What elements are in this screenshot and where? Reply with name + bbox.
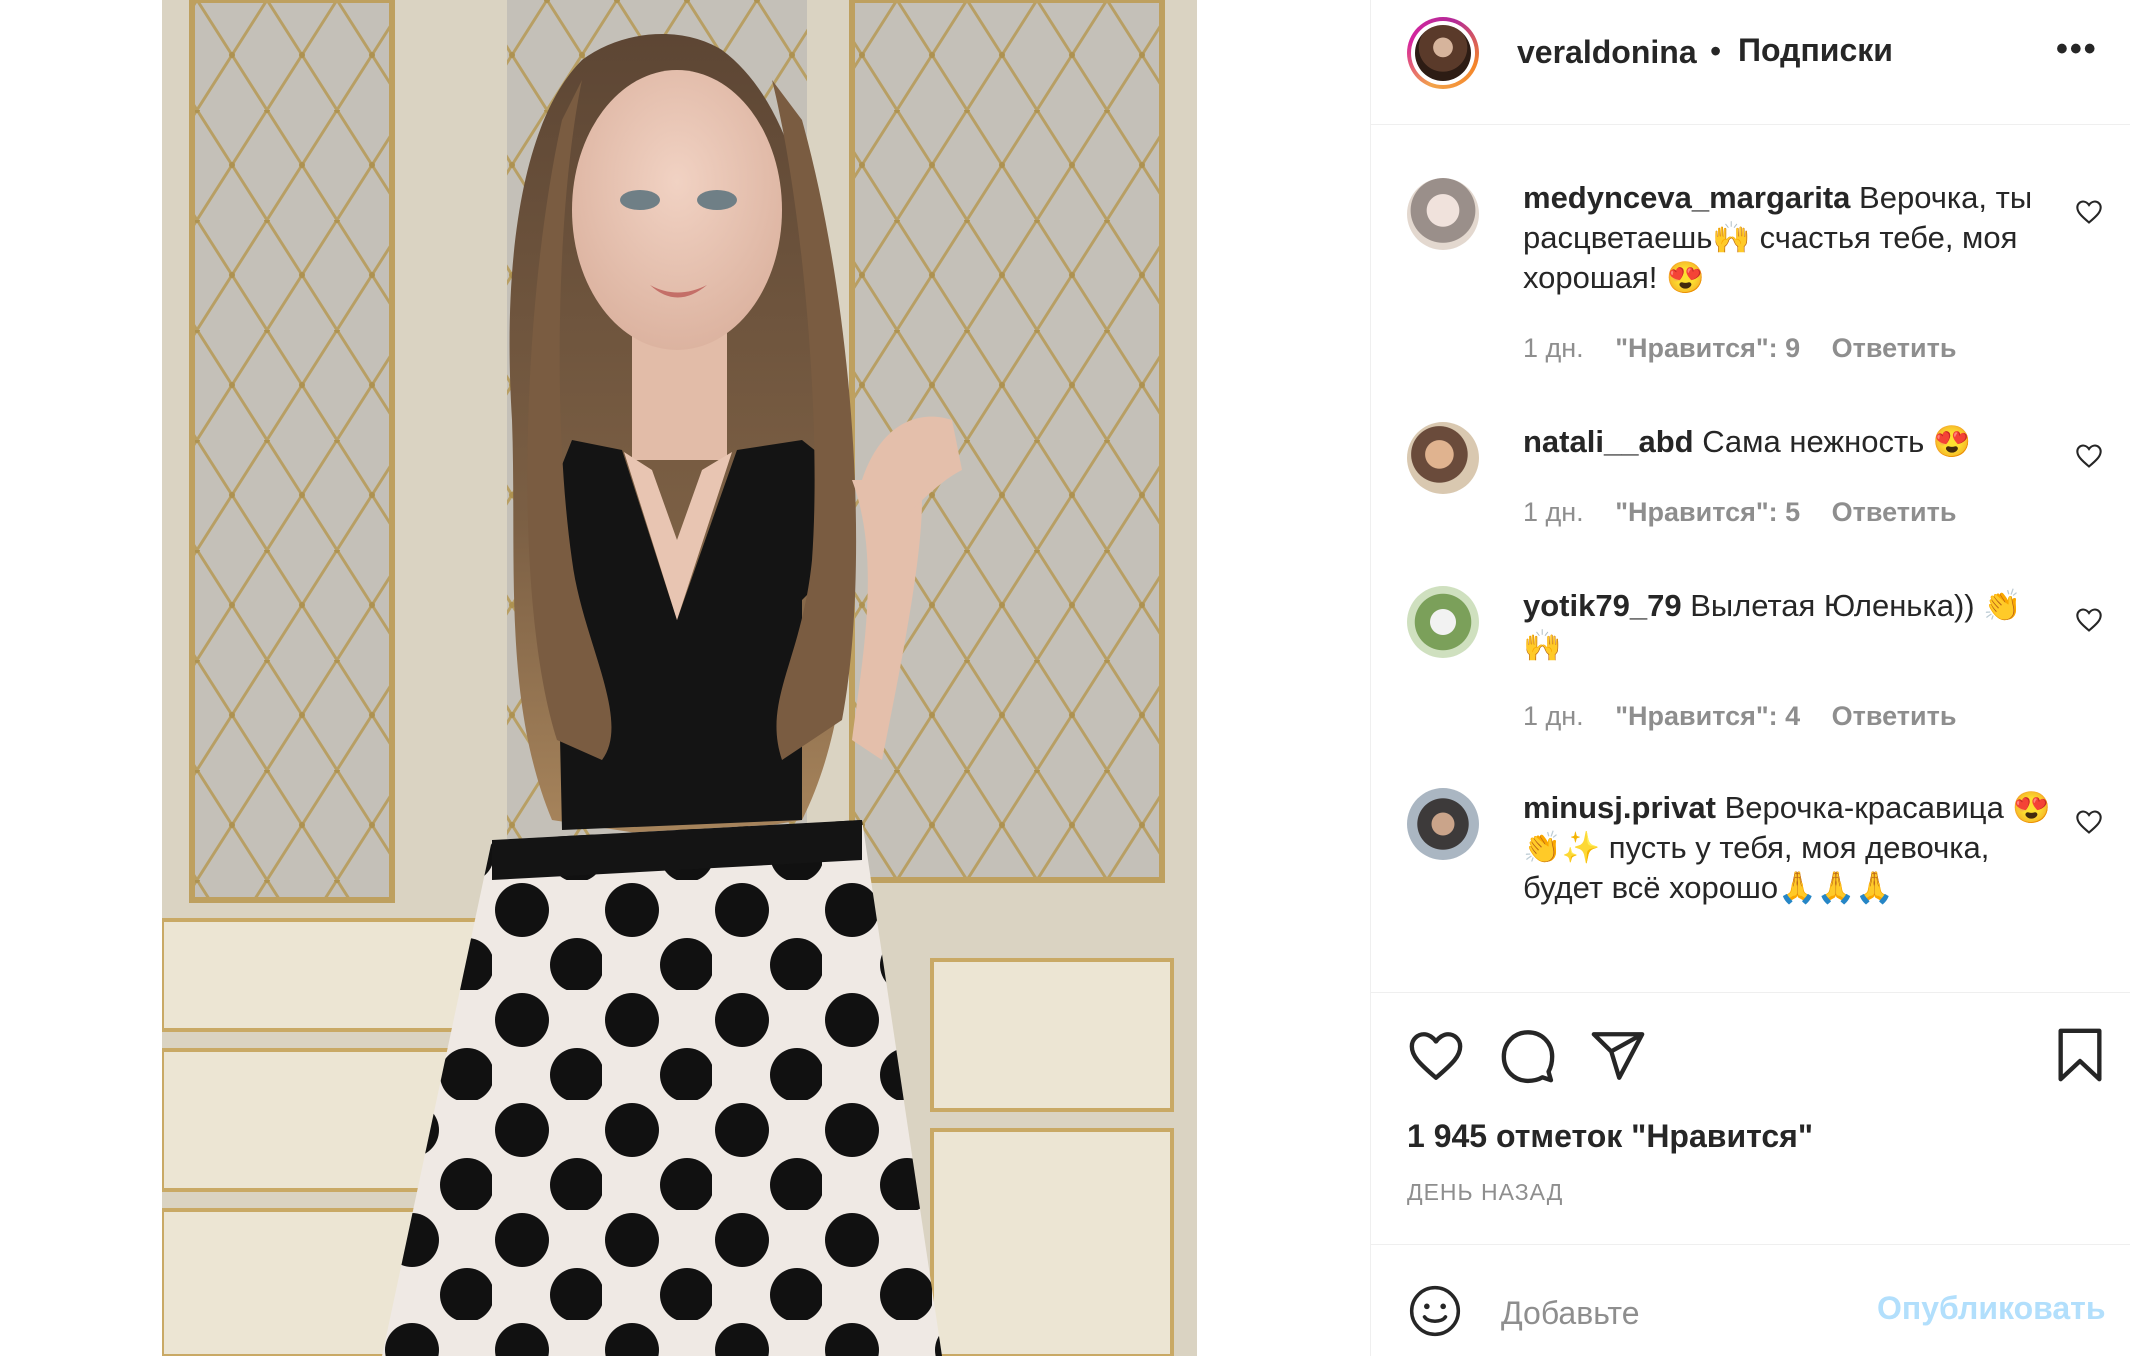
post-photo[interactable] xyxy=(162,0,1197,1356)
comment-like-heart-icon[interactable] xyxy=(2075,808,2103,836)
post-photo-area xyxy=(0,0,1370,1356)
emoji-smiley-icon[interactable] xyxy=(1407,1283,1463,1339)
comment-time[interactable]: 1 дн. xyxy=(1523,497,1584,527)
share-paper-plane-icon[interactable] xyxy=(1589,1027,1647,1085)
commenter-avatar[interactable] xyxy=(1407,422,1479,494)
comment-username[interactable]: yotik79_79 xyxy=(1523,588,1682,623)
comment-text-block: medynceva_margarita Верочка, ты расцвета… xyxy=(1523,178,2053,298)
comment-like-heart-icon[interactable] xyxy=(2075,198,2103,226)
header-separator: • xyxy=(1710,33,1722,69)
photo-illustration xyxy=(162,0,1197,1356)
post-sidebar: veraldonina • Подписки ••• medynceva_mar… xyxy=(1371,0,2130,1356)
comment-likes[interactable]: "Нравится": 5 xyxy=(1615,497,1800,527)
comment-reply-button[interactable]: Ответить xyxy=(1832,497,1957,527)
comment-meta: 1 дн. "Нравится": 4 Ответить xyxy=(1523,701,1980,732)
comment-username[interactable]: medynceva_margarita xyxy=(1523,180,1850,215)
comment-like-heart-icon[interactable] xyxy=(2075,606,2103,634)
comment-likes[interactable]: "Нравится": 9 xyxy=(1615,333,1800,363)
comment-username[interactable]: minusj.privat xyxy=(1523,790,1716,825)
actions-divider xyxy=(1371,992,2130,993)
more-options-icon[interactable]: ••• xyxy=(2056,30,2098,69)
comment-time[interactable]: 1 дн. xyxy=(1523,701,1584,731)
commenter-avatar[interactable] xyxy=(1407,586,1479,658)
publish-button[interactable]: Опубликовать xyxy=(1877,1290,2106,1327)
like-heart-icon[interactable] xyxy=(1407,1027,1465,1085)
comment-text-block: natali__abd Сама нежность 😍 xyxy=(1523,422,2053,462)
likes-count[interactable]: 1 945 отметок "Нравится" xyxy=(1407,1118,1813,1155)
comment-text-block: yotik79_79 Вылетая Юленька)) 👏🙌 xyxy=(1523,586,2023,666)
comment-meta: 1 дн. "Нравится": 9 Ответить xyxy=(1523,333,1980,364)
author-avatar[interactable] xyxy=(1407,17,1479,89)
comment-likes[interactable]: "Нравится": 4 xyxy=(1615,701,1800,731)
comment-reply-button[interactable]: Ответить xyxy=(1832,701,1957,731)
comment-text: Сама нежность 😍 xyxy=(1702,424,1972,459)
save-bookmark-icon[interactable] xyxy=(2051,1025,2109,1085)
add-comment-input[interactable] xyxy=(1499,1283,1883,1343)
avatar-image xyxy=(1415,25,1471,81)
header-divider xyxy=(1371,124,2130,125)
comment-like-heart-icon[interactable] xyxy=(2075,442,2103,470)
comment-meta: 1 дн. "Нравится": 5 Ответить xyxy=(1523,497,1980,528)
comment-box-divider xyxy=(1371,1244,2130,1245)
post-date[interactable]: ДЕНЬ НАЗАД xyxy=(1407,1179,1563,1206)
comment-reply-button[interactable]: Ответить xyxy=(1832,333,1957,363)
commenter-avatar[interactable] xyxy=(1407,788,1479,860)
following-button[interactable]: Подписки xyxy=(1738,32,1893,69)
comment-time[interactable]: 1 дн. xyxy=(1523,333,1584,363)
comment-username[interactable]: natali__abd xyxy=(1523,424,1694,459)
author-username[interactable]: veraldonina xyxy=(1517,34,1697,71)
commenter-avatar[interactable] xyxy=(1407,178,1479,250)
comment-text-block: minusj.privat Верочка-красавица 😍👏✨ пуст… xyxy=(1523,788,2053,908)
comment-bubble-icon[interactable] xyxy=(1499,1027,1557,1085)
